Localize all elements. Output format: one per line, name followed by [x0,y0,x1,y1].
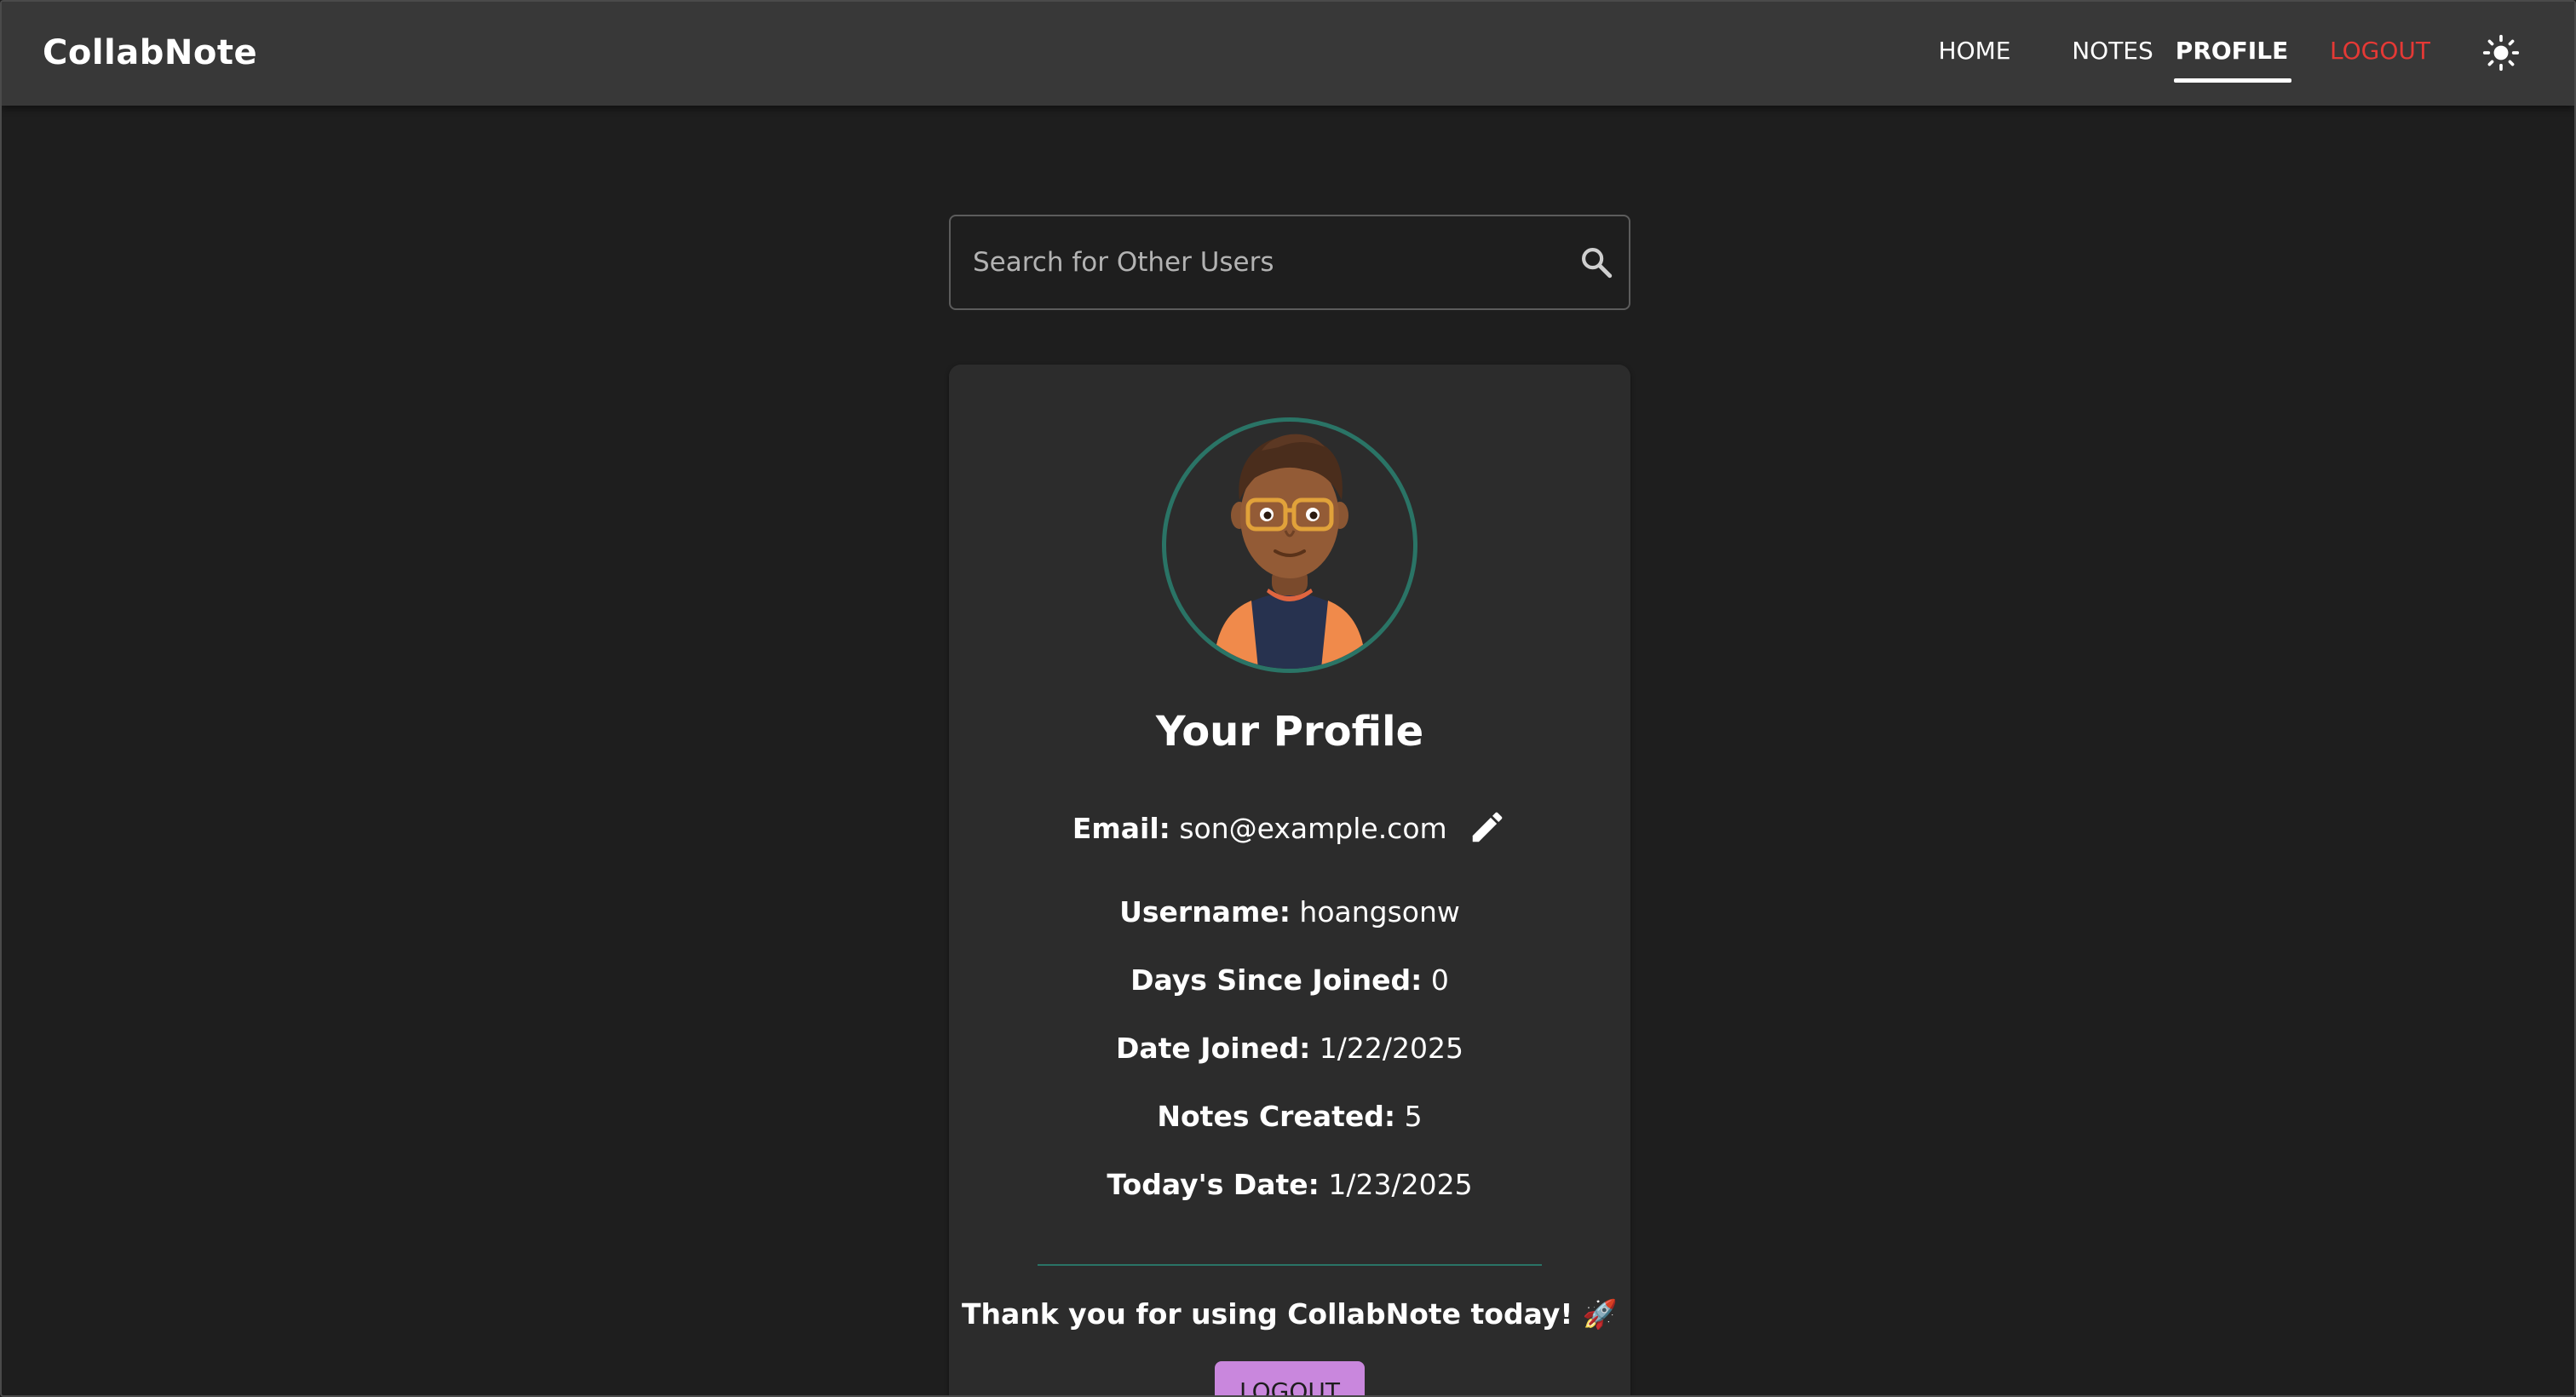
field-label: Days Since Joined: [1130,963,1423,997]
username-row: Username: hoangsonw [949,891,1630,934]
user-search-field [949,215,1630,310]
search-input[interactable] [973,216,1552,308]
field-label: Date Joined: [1116,1032,1311,1065]
todays-date-row: Today's Date: 1/23/2025 [949,1164,1630,1206]
edit-email-button[interactable] [1468,808,1507,847]
brand-logo[interactable]: CollabNote [43,27,257,78]
email-value: son@example.com [1179,812,1447,845]
theme-toggle-button[interactable] [2477,29,2525,77]
field-value: 1/22/2025 [1319,1032,1463,1065]
days-since-joined-row: Days Since Joined: 0 [949,959,1630,1002]
search-button[interactable] [1573,239,1620,286]
active-tab-indicator [2174,78,2291,83]
nav-home[interactable]: HOME [1903,27,2046,75]
profile-card: Your Profile Email: son@example.com User… [949,365,1630,1395]
app-window: CollabNote HOME NOTES PROFILE LOGOUT Sea… [0,0,2576,1397]
pencil-icon [1472,812,1503,842]
page-title: Your Profile [1155,708,1424,756]
field-value: 5 [1404,1100,1423,1133]
field-value: hoangsonw [1299,895,1460,928]
search-icon [1582,248,1613,279]
field-label: Username: [1119,895,1291,928]
field-value: 1/23/2025 [1328,1168,1473,1201]
memoji-avatar [1213,434,1366,669]
email-row: Email: son@example.com [949,808,1630,850]
nav-logout[interactable]: LOGOUT [2319,27,2441,75]
avatar [1162,417,1417,673]
thank-you-message: Thank you for using CollabNote today! 🚀 [961,1297,1618,1331]
nav-notes[interactable]: NOTES [2039,27,2186,75]
logout-button[interactable]: LOGOUT [1215,1361,1365,1395]
divider [1038,1264,1542,1266]
email-label: Email: [1072,812,1170,845]
date-joined-row: Date Joined: 1/22/2025 [949,1027,1630,1070]
top-app-bar: CollabNote HOME NOTES PROFILE LOGOUT [2,2,2574,106]
field-label: Today's Date: [1107,1168,1320,1201]
field-label: Notes Created: [1157,1100,1396,1133]
sun-icon [2482,34,2520,72]
notes-created-row: Notes Created: 5 [949,1095,1630,1138]
field-value: 0 [1430,963,1449,997]
nav-profile[interactable]: PROFILE [2172,27,2291,75]
